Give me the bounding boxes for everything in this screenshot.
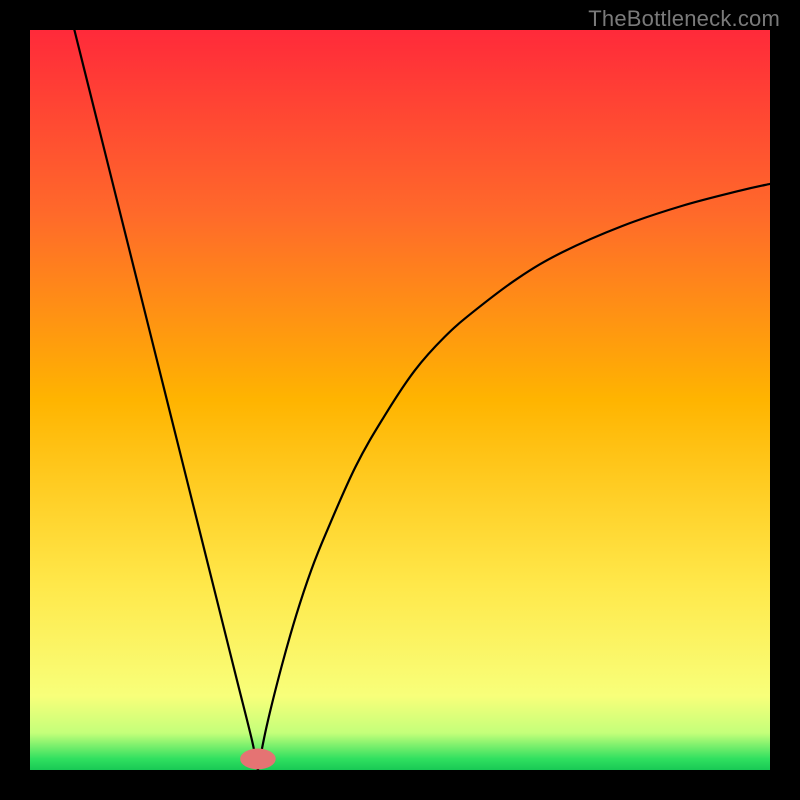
current-config-marker [240,749,276,770]
chart-frame [30,30,770,770]
chart-background [30,30,770,770]
chart-plot [30,30,770,770]
watermark-text: TheBottleneck.com [588,6,780,32]
